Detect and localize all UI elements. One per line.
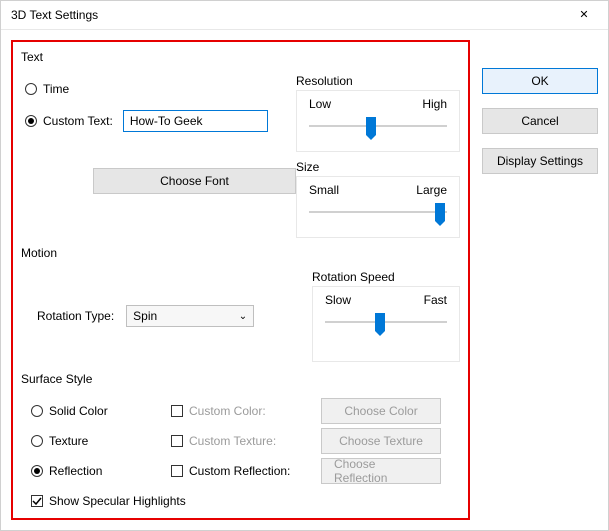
resolution-high: High [422, 97, 447, 111]
rotation-speed-slider[interactable] [325, 313, 447, 333]
solid-color-radio[interactable] [31, 405, 43, 417]
size-small: Small [309, 183, 339, 197]
custom-texture-label: Custom Texture: [189, 434, 276, 448]
chevron-down-icon: ⌄ [239, 311, 247, 322]
speed-slow: Slow [325, 293, 351, 307]
time-label: Time [43, 82, 69, 96]
reflection-label: Reflection [49, 464, 102, 478]
resolution-label: Resolution [296, 74, 460, 88]
motion-group-label: Motion [21, 246, 460, 264]
custom-reflection-check[interactable] [171, 465, 183, 477]
custom-text-radio[interactable] [25, 115, 37, 127]
texture-label: Texture [49, 434, 88, 448]
text-group-label: Text [21, 50, 460, 68]
solid-color-label: Solid Color [49, 404, 108, 418]
size-slider-box: Small Large [296, 176, 460, 238]
rotation-type-combo[interactable]: Spin ⌄ [126, 305, 254, 327]
size-label: Size [296, 160, 460, 174]
custom-text-label: Custom Text: [43, 114, 113, 128]
rotation-speed-slider-box: Slow Fast [312, 286, 460, 362]
texture-radio[interactable] [31, 435, 43, 447]
custom-color-check[interactable] [171, 405, 183, 417]
reflection-radio[interactable] [31, 465, 43, 477]
choose-reflection-button[interactable]: Choose Reflection [321, 458, 441, 484]
choose-color-button[interactable]: Choose Color [321, 398, 441, 424]
window-title: 3D Text Settings [1, 8, 98, 22]
rotation-speed-label: Rotation Speed [312, 270, 460, 284]
size-slider[interactable] [309, 203, 447, 223]
specular-check[interactable] [31, 495, 43, 507]
choose-font-button[interactable]: Choose Font [93, 168, 296, 194]
resolution-low: Low [309, 97, 331, 111]
resolution-slider-box: Low High [296, 90, 460, 152]
titlebar: 3D Text Settings ✕ [1, 1, 608, 30]
time-radio[interactable] [25, 83, 37, 95]
speed-fast: Fast [424, 293, 447, 307]
custom-color-label: Custom Color: [189, 404, 266, 418]
close-button[interactable]: ✕ [564, 3, 604, 25]
ok-button[interactable]: OK [482, 68, 598, 94]
custom-reflection-label: Custom Reflection: [189, 464, 290, 478]
close-icon: ✕ [579, 8, 588, 21]
custom-texture-check[interactable] [171, 435, 183, 447]
speed-thumb[interactable] [375, 313, 385, 331]
choose-texture-button[interactable]: Choose Texture [321, 428, 441, 454]
main-panel: Text Time Custom Text: Choose Font [11, 40, 470, 520]
display-settings-button[interactable]: Display Settings [482, 148, 598, 174]
specular-label: Show Specular Highlights [49, 494, 186, 508]
custom-text-input[interactable] [123, 110, 268, 132]
rotation-type-label: Rotation Type: [37, 309, 114, 323]
resolution-thumb[interactable] [366, 117, 376, 135]
size-thumb[interactable] [435, 203, 445, 221]
size-large: Large [416, 183, 447, 197]
surface-group-label: Surface Style [21, 372, 460, 390]
rotation-type-value: Spin [133, 309, 157, 323]
cancel-button[interactable]: Cancel [482, 108, 598, 134]
resolution-slider[interactable] [309, 117, 447, 137]
